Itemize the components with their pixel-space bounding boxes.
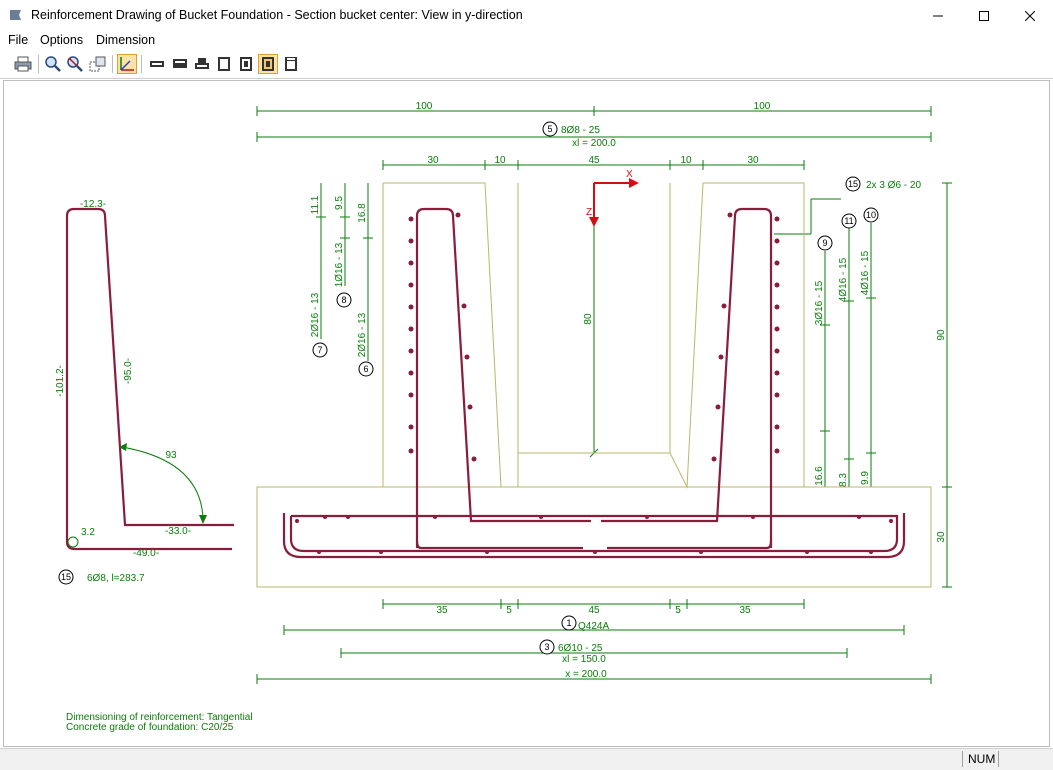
top-width-1: 30 — [427, 155, 439, 166]
left-dim-2: 9.5 — [334, 196, 345, 210]
bottom-dim-3: 45 — [588, 605, 600, 616]
top-width-4: 10 — [680, 155, 692, 166]
mark15-text: 2x 3 Ø6 - 20 — [866, 180, 921, 191]
mark11-number: 11 — [844, 216, 853, 226]
app-icon — [10, 10, 21, 20]
view-3-icon — [195, 58, 209, 69]
mark1-text: Q424A — [578, 621, 609, 632]
toolbar — [0, 51, 1053, 79]
bend-left-label: -101.2- — [55, 365, 66, 397]
view-4-icon — [218, 57, 230, 71]
mark8-text: 1Ø16 - 13 — [334, 242, 345, 287]
mark8-number: 8 — [341, 295, 346, 305]
axis-x-label: X — [626, 169, 633, 180]
menu-bar: File Options Dimension — [0, 31, 1053, 51]
drawing-canvas[interactable]: -12.3- -101.2- -95.0- 93 -33.0- -49.0- 3… — [3, 80, 1050, 747]
bend-mark-text: 6Ø8, l=283.7 — [87, 573, 145, 584]
menu-dimension[interactable]: Dimension — [96, 33, 155, 47]
zoom-in-icon — [45, 56, 61, 72]
zoom-fit-icon — [89, 56, 106, 72]
window-title: Reinforcement Drawing of Bucket Foundati… — [31, 8, 523, 22]
top-dim-2: 100 — [754, 101, 771, 112]
mark3-text: 6Ø10 - 25 — [558, 643, 603, 654]
bend-angle-label: 93 — [165, 450, 177, 461]
mark7-number: 7 — [317, 345, 322, 355]
bottom-dim-4: 5 — [675, 605, 681, 616]
mark6-text: 2Ø16 - 13 — [357, 312, 368, 357]
left-dim-3: 16.8 — [357, 203, 368, 223]
bottom-dim-1: 35 — [436, 605, 448, 616]
right-dim-90: 90 — [936, 329, 947, 341]
view-5-icon — [240, 57, 252, 71]
maximize-button[interactable] — [961, 0, 1007, 31]
reinforcement-drawing: -12.3- -101.2- -95.0- 93 -33.0- -49.0- 3… — [55, 101, 952, 733]
mark7-text: 2Ø16 - 13 — [310, 292, 321, 337]
view-6-button[interactable] — [258, 54, 278, 74]
mark6-number: 6 — [363, 364, 368, 374]
minimize-button[interactable] — [915, 0, 961, 31]
right-dim-166: 16.6 — [814, 466, 825, 486]
print-icon — [14, 56, 32, 72]
zoom-out-button[interactable] — [65, 54, 85, 74]
mark5-text: 8Ø8 - 25 — [561, 125, 600, 136]
bend-radius-label: 3.2 — [81, 527, 95, 538]
mark15-number: 15 — [848, 179, 858, 189]
top-width-2: 10 — [494, 155, 506, 166]
num-lock-indicator: NUM — [962, 751, 1002, 767]
view-2-icon — [173, 59, 187, 68]
top-width-3: 45 — [588, 155, 600, 166]
view-2-button[interactable] — [170, 54, 190, 74]
close-button[interactable] — [1007, 0, 1053, 31]
bottom-dim-5: 35 — [739, 605, 751, 616]
title-bar: Reinforcement Drawing of Bucket Foundati… — [0, 0, 1053, 32]
inner-depth-label: 80 — [583, 313, 594, 325]
view-6-icon — [262, 57, 274, 71]
view-7-icon — [285, 57, 297, 71]
status-panel-empty — [998, 751, 1049, 767]
note-concrete-grade: Concrete grade of foundation: C20/25 — [66, 722, 234, 733]
bend-diag-label: -95.0- — [123, 358, 134, 384]
bottom-xl-label: xl = 150.0 — [562, 654, 606, 665]
zoom-in-button[interactable] — [43, 54, 63, 74]
maximize-icon — [979, 10, 989, 21]
mark10-text: 4Ø16 - 15 — [860, 250, 871, 295]
left-dim-1: 11.1 — [310, 195, 321, 214]
axes-icon — [120, 57, 134, 71]
mark9-text: 3Ø16 - 15 — [814, 280, 825, 325]
close-icon — [1025, 10, 1035, 21]
view-5-button[interactable] — [236, 54, 256, 74]
view-3-button[interactable] — [192, 54, 212, 74]
bend-mark-number: 15 — [61, 572, 71, 582]
zoom-fit-button[interactable] — [88, 54, 108, 74]
mark11-text: 4Ø16 - 15 — [838, 257, 849, 302]
axes-button[interactable] — [117, 54, 137, 74]
zoom-out-icon — [67, 56, 83, 72]
mark5-number: 5 — [547, 124, 552, 134]
mark9-number: 9 — [822, 238, 827, 248]
right-dim-99: 9.9 — [860, 471, 871, 485]
minimize-icon — [933, 15, 943, 16]
status-bar: NUM — [0, 748, 1053, 770]
top-width-5: 30 — [747, 155, 759, 166]
menu-file[interactable]: File — [8, 33, 28, 47]
bend-top-label: -12.3- — [80, 199, 106, 210]
right-dim-30: 30 — [936, 531, 947, 543]
mark10-number: 10 — [866, 210, 876, 220]
mark3-number: 3 — [544, 642, 549, 652]
top-dim-1: 100 — [416, 101, 433, 112]
bottom-x-label: x = 200.0 — [565, 669, 607, 680]
right-dim-83: 8.3 — [838, 473, 849, 487]
view-1-icon — [150, 61, 164, 67]
view-7-button[interactable] — [281, 54, 301, 74]
axis-z-label: Z — [586, 207, 592, 218]
mark1-number: 1 — [566, 618, 571, 628]
top-xl-label: xl = 200.0 — [572, 138, 616, 149]
bend-bottom-label: -49.0- — [133, 548, 159, 559]
menu-options[interactable]: Options — [40, 33, 83, 47]
print-button[interactable] — [13, 54, 33, 74]
bend-right-label: -33.0- — [165, 526, 191, 537]
view-4-button[interactable] — [214, 54, 234, 74]
bottom-dim-2: 5 — [506, 605, 512, 616]
view-1-button[interactable] — [147, 54, 167, 74]
